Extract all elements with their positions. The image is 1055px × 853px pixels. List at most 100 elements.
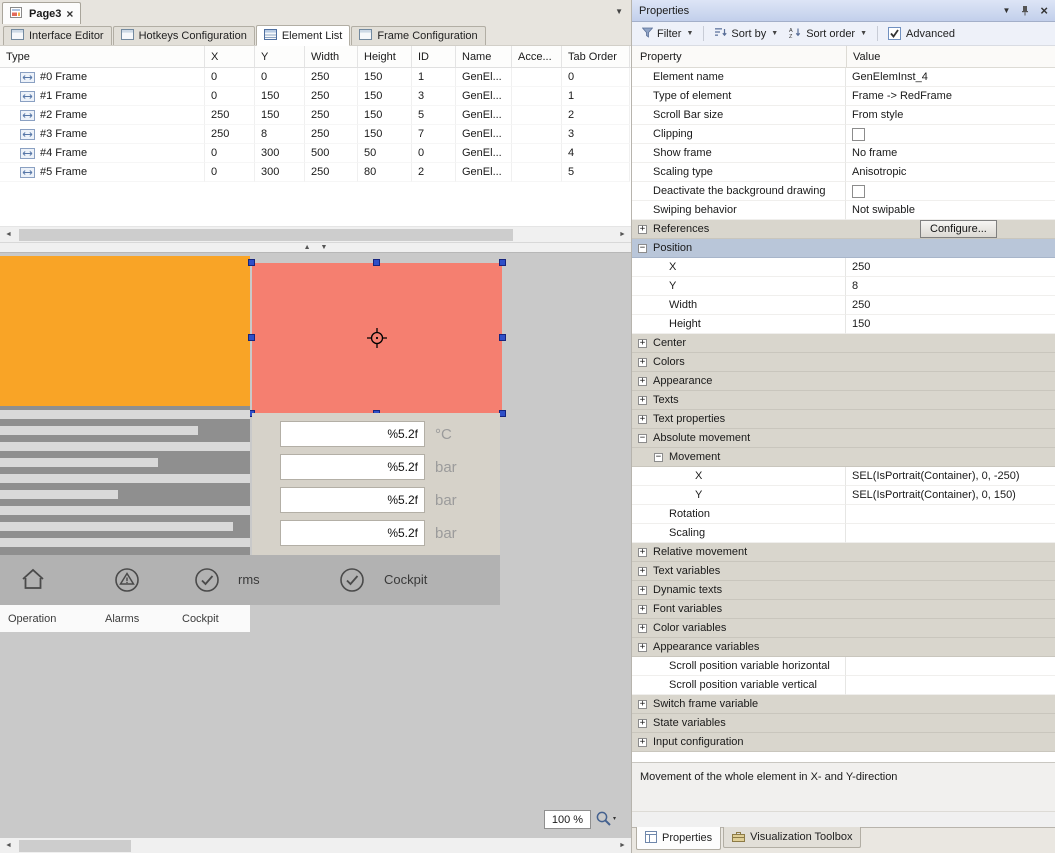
sort-order-button[interactable]: AZ Sort order ▼ (785, 25, 871, 43)
column-header[interactable]: Height (358, 46, 412, 67)
format-text-field[interactable]: %5.2f (280, 487, 425, 513)
property-row[interactable]: Show frameNo frame (632, 144, 1055, 163)
column-header[interactable]: Y (255, 46, 305, 67)
property-value-cell[interactable]: Anisotropic (846, 163, 1055, 182)
property-row[interactable]: Scroll Bar sizeFrom style (632, 106, 1055, 125)
column-header[interactable]: Width (305, 46, 358, 67)
property-value-cell[interactable]: Frame -> RedFrame (846, 87, 1055, 106)
property-row[interactable]: +Font variables (632, 600, 1055, 619)
tab-hotkeys-configuration[interactable]: Hotkeys Configuration (113, 26, 255, 45)
selection-handle[interactable] (499, 259, 506, 266)
red-frame-selected[interactable] (252, 263, 502, 413)
property-row[interactable]: −Movement (632, 448, 1055, 467)
stripe-panel[interactable] (0, 406, 250, 555)
table-row[interactable]: #3 Frame25082501507GenEl...3 (0, 125, 631, 144)
property-value-cell[interactable]: 250 (846, 258, 1055, 277)
scrollbar-thumb[interactable] (19, 229, 513, 241)
checkbox-checked[interactable] (888, 27, 901, 40)
property-row[interactable]: +State variables (632, 714, 1055, 733)
property-row[interactable]: YSEL(IsPortrait(Container), 0, 150) (632, 486, 1055, 505)
scrollbar-thumb[interactable] (19, 840, 131, 852)
expand-icon[interactable]: + (638, 567, 647, 576)
expand-icon[interactable]: + (638, 339, 647, 348)
property-value-cell[interactable]: GenElemInst_4 (846, 68, 1055, 87)
property-row[interactable]: −Absolute movement (632, 429, 1055, 448)
expand-icon[interactable]: + (638, 415, 647, 424)
property-row[interactable]: +Dynamic texts (632, 581, 1055, 600)
table-row[interactable]: #5 Frame0300250802GenEl...5 (0, 163, 631, 182)
property-row[interactable]: Swiping behaviorNot swipable (632, 201, 1055, 220)
property-column-header[interactable]: Property (632, 46, 846, 67)
zoom-level[interactable]: 100 % (544, 810, 591, 829)
property-row[interactable]: +Colors (632, 353, 1055, 372)
property-row[interactable]: Element nameGenElemInst_4 (632, 68, 1055, 87)
property-row[interactable]: +Color variables (632, 619, 1055, 638)
expand-icon[interactable]: + (638, 396, 647, 405)
column-header[interactable]: Type (0, 46, 205, 67)
selection-handle[interactable] (248, 259, 255, 266)
scroll-right-icon[interactable]: ► (614, 227, 631, 243)
property-row[interactable]: Type of elementFrame -> RedFrame (632, 87, 1055, 106)
orange-frame[interactable] (0, 256, 250, 406)
property-value-cell[interactable] (846, 125, 1055, 144)
expand-icon[interactable]: + (638, 700, 647, 709)
property-row[interactable]: +Text variables (632, 562, 1055, 581)
expand-icon[interactable]: + (638, 643, 647, 652)
property-row[interactable]: +Switch frame variable (632, 695, 1055, 714)
property-row[interactable]: Width250 (632, 296, 1055, 315)
tab-page3[interactable]: Page3 × (2, 2, 81, 24)
property-row[interactable]: Scaling typeAnisotropic (632, 163, 1055, 182)
property-value-cell[interactable]: 150 (846, 315, 1055, 334)
window-menu-icon[interactable]: ▼ (1002, 6, 1010, 15)
selection-handle[interactable] (373, 259, 380, 266)
property-row[interactable]: Clipping (632, 125, 1055, 144)
collapse-icon[interactable]: − (638, 434, 647, 443)
property-row[interactable]: +Appearance variables (632, 638, 1055, 657)
property-row[interactable]: Rotation (632, 505, 1055, 524)
table-row[interactable]: #4 Frame0300500500GenEl...4 (0, 144, 631, 163)
zoom-dropdown-icon[interactable]: ▾ (613, 815, 616, 822)
column-header[interactable]: Name (456, 46, 512, 67)
expand-icon[interactable]: + (638, 377, 647, 386)
expand-icon[interactable]: + (638, 358, 647, 367)
filter-button[interactable]: Filter ▼ (638, 25, 697, 43)
property-row[interactable]: Scaling (632, 524, 1055, 543)
nav-label-strip[interactable]: OperationAlarmsCockpit (0, 605, 250, 632)
property-row[interactable]: +ReferencesConfigure... (632, 220, 1055, 239)
expand-icon[interactable]: + (638, 586, 647, 595)
expand-icon[interactable]: + (638, 225, 647, 234)
tab-frame-configuration[interactable]: Frame Configuration (351, 26, 485, 45)
table-row[interactable]: #0 Frame002501501GenEl...0 (0, 68, 631, 87)
scroll-right-icon[interactable]: ► (614, 838, 631, 853)
property-row[interactable]: XSEL(IsPortrait(Container), 0, -250) (632, 467, 1055, 486)
expand-icon[interactable]: + (638, 719, 647, 728)
property-value-cell[interactable]: SEL(IsPortrait(Container), 0, -250) (846, 467, 1055, 486)
column-header[interactable]: Acce... (512, 46, 562, 67)
property-row[interactable]: +Text properties (632, 410, 1055, 429)
format-text-field[interactable]: %5.2f (280, 454, 425, 480)
close-tab-icon[interactable]: × (66, 8, 73, 20)
scroll-left-icon[interactable]: ◄ (0, 838, 17, 853)
property-row[interactable]: +Center (632, 334, 1055, 353)
property-row[interactable]: Scroll position variable horizontal (632, 657, 1055, 676)
selection-handle[interactable] (499, 410, 506, 417)
splitter-up-icon[interactable]: ▲ (304, 244, 311, 251)
sort-by-button[interactable]: Sort by ▼ (710, 25, 782, 43)
property-value-cell[interactable]: 250 (846, 296, 1055, 315)
property-row[interactable]: +Relative movement (632, 543, 1055, 562)
collapse-icon[interactable]: − (654, 453, 663, 462)
property-value-cell[interactable]: Configure... (846, 220, 1055, 239)
close-panel-icon[interactable]: × (1040, 4, 1048, 17)
checkbox-unchecked[interactable] (852, 185, 865, 198)
nav-toolbar-frame[interactable]: rms Cockpit (0, 555, 500, 605)
property-value-cell[interactable]: From style (846, 106, 1055, 125)
field-panel[interactable]: %5.2f°C%5.2fbar%5.2fbar%5.2fbar (252, 413, 500, 555)
tab-list-dropdown-icon[interactable]: ▼ (615, 7, 623, 16)
property-value-cell[interactable]: SEL(IsPortrait(Container), 0, 150) (846, 486, 1055, 505)
scrollbar-track[interactable] (17, 838, 614, 853)
scroll-left-icon[interactable]: ◄ (0, 227, 17, 243)
expand-icon[interactable]: + (638, 548, 647, 557)
format-text-field[interactable]: %5.2f (280, 520, 425, 546)
expand-icon[interactable]: + (638, 605, 647, 614)
property-value-cell[interactable] (846, 182, 1055, 201)
